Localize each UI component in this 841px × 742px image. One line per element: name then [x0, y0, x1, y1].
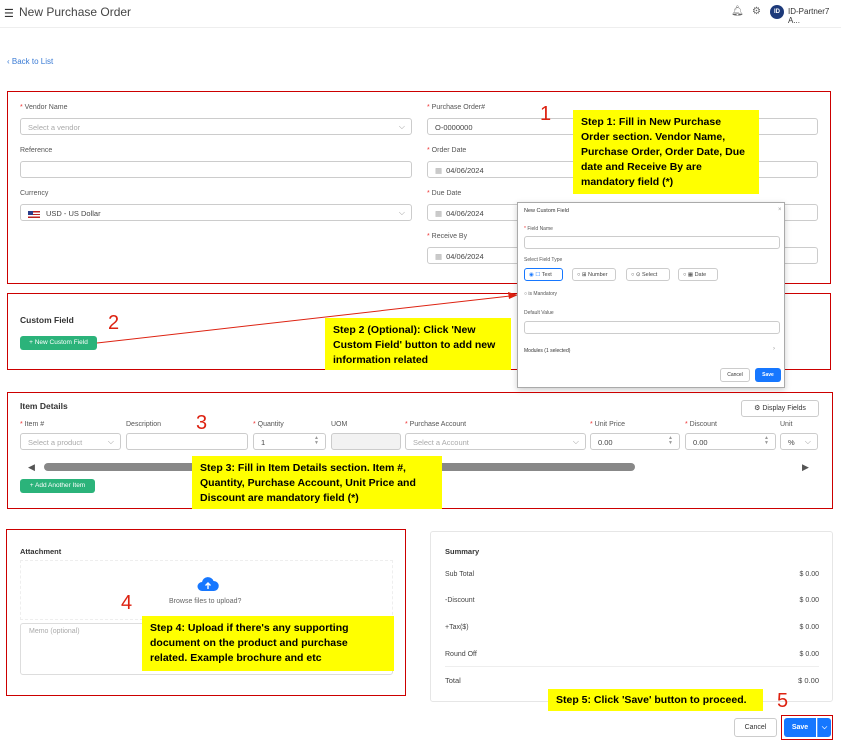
chevron-down-icon: ⌵	[398, 122, 405, 131]
item-details-title: Item Details	[20, 401, 68, 411]
type-number-option[interactable]: ○ ⊞ Number	[572, 268, 616, 281]
chevron-down-icon: ⌵	[398, 208, 405, 217]
col-discount: * Discount	[685, 421, 717, 428]
account-select[interactable]: Select a Account ⌵	[405, 433, 586, 450]
annotation-step-2: Step 2 (Optional): Click 'New Custom Fie…	[325, 318, 511, 370]
total-value: $ 0.00	[798, 676, 819, 685]
round-off-value: $ 0.00	[799, 651, 819, 658]
vendor-label: * Vendor Name	[20, 104, 68, 111]
chevron-down-icon: ⌵	[804, 437, 811, 446]
user-name[interactable]: ID-Partner7 A...	[788, 7, 841, 25]
scroll-left-icon[interactable]: ◀	[28, 462, 35, 473]
item-select[interactable]: Select a product ⌵	[20, 433, 121, 450]
stepper-arrows-icon[interactable]: ▲ ▼	[764, 436, 769, 446]
col-item: * Item #	[20, 421, 45, 428]
field-name-label: * Field Name	[524, 226, 553, 232]
annotation-step-4: Step 4: Upload if there's any supporting…	[142, 616, 394, 671]
col-unit: Unit	[780, 421, 793, 428]
type-text-option[interactable]: ◉ ☐ Text	[524, 268, 563, 281]
vendor-select[interactable]: Select a vendor ⌵	[20, 118, 412, 135]
subtotal-value: $ 0.00	[799, 571, 819, 578]
annotation-number-3: 3	[196, 412, 208, 434]
default-value-label: Default Value	[524, 310, 554, 316]
calendar-icon: ▦	[435, 252, 443, 261]
chevron-down-icon: ⌵	[572, 437, 579, 446]
unit-price-input[interactable]: 0.00 ▲ ▼	[590, 433, 680, 450]
back-label: Back to List	[11, 57, 54, 66]
col-quantity: * Quantity	[253, 421, 284, 428]
col-account: * Purchase Account	[405, 421, 467, 428]
field-type-label: Select Field Type	[524, 257, 563, 263]
custom-field-title: Custom Field	[20, 315, 74, 325]
divider	[445, 666, 819, 667]
chevron-right-icon: ›	[773, 346, 775, 352]
stepper-arrows-icon[interactable]: ▲ ▼	[668, 436, 673, 446]
tax-label: +Tax($)	[445, 624, 469, 631]
add-item-button[interactable]: + Add Another Item	[20, 479, 95, 493]
annotation-number-2: 2	[108, 312, 120, 334]
dialog-cancel-button[interactable]: Cancel	[720, 368, 750, 382]
scroll-right-icon[interactable]: ▶	[802, 462, 809, 473]
back-link[interactable]: ‹ Back to List	[7, 57, 53, 66]
avatar[interactable]: ID	[770, 5, 784, 19]
browse-text[interactable]: Browse files to upload?	[169, 598, 241, 605]
cloud-upload-icon	[197, 577, 219, 591]
bell-icon[interactable]: 🔔︎	[731, 6, 744, 17]
gear-icon[interactable]: ⚙	[752, 6, 761, 17]
unit-select[interactable]: % ⌵	[780, 433, 818, 450]
save-dropdown-chevron-icon[interactable]: ⌵	[817, 718, 831, 737]
col-price: * Unit Price	[590, 421, 626, 428]
total-label: Total	[445, 676, 461, 685]
annotation-step-5: Step 5: Click 'Save' button to proceed.	[548, 689, 763, 711]
round-off-label: Round Off	[445, 651, 477, 658]
currency-select[interactable]: USD - US Dollar ⌵	[20, 204, 412, 221]
display-fields-button[interactable]: ⚙ Display Fields	[741, 400, 819, 417]
annotation-number-1: 1	[540, 103, 552, 125]
default-value-input[interactable]	[524, 321, 780, 334]
summary-title: Summary	[445, 547, 480, 556]
mandatory-toggle[interactable]: ○ is Mandatory	[524, 291, 557, 297]
dialog-save-button[interactable]: Save	[755, 368, 781, 382]
close-icon[interactable]: ×	[778, 207, 782, 213]
discount-label: -Discount	[445, 597, 475, 604]
col-uom: UOM	[331, 421, 348, 428]
discount-input[interactable]: 0.00 ▲ ▼	[685, 433, 776, 450]
type-select-option[interactable]: ○ ⊙ Select	[626, 268, 670, 281]
currency-label: Currency	[20, 190, 49, 197]
menu-icon[interactable]: ☰	[4, 7, 14, 20]
us-flag-icon	[28, 210, 40, 218]
new-custom-field-button[interactable]: + New Custom Field	[20, 336, 97, 350]
tax-value: $ 0.00	[799, 624, 819, 631]
type-date-option[interactable]: ○ ▦ Date	[678, 268, 718, 281]
attachment-title: Attachment	[20, 547, 62, 556]
quantity-stepper[interactable]: 1 ▲ ▼	[253, 433, 326, 450]
calendar-icon: ▦	[435, 209, 443, 218]
receive-by-label: * Receive By	[427, 233, 468, 240]
description-input[interactable]	[126, 433, 248, 450]
po-label: * Purchase Order#	[427, 104, 485, 111]
calendar-icon: ▦	[435, 166, 443, 175]
discount-value: $ 0.00	[799, 597, 819, 604]
page-title: New Purchase Order	[19, 5, 132, 19]
due-date-label: * Due Date	[427, 190, 462, 197]
subtotal-label: Sub Total	[445, 571, 475, 578]
save-button[interactable]: Save	[784, 718, 816, 737]
annotation-number-5: 5	[777, 690, 789, 712]
annotation-step-3: Step 3: Fill in Item Details section. It…	[192, 456, 442, 509]
cancel-button[interactable]: Cancel	[734, 718, 777, 737]
annotation-step-1: Step 1: Fill in New Purchase Order secti…	[573, 110, 759, 194]
order-date-label: * Order Date	[427, 147, 467, 154]
new-custom-field-dialog: New Custom Field × * Field Name Select F…	[517, 202, 785, 388]
col-description: Description	[126, 421, 162, 428]
stepper-arrows-icon[interactable]: ▲ ▼	[314, 436, 319, 446]
dialog-title: New Custom Field	[524, 208, 569, 214]
annotation-number-4: 4	[121, 592, 133, 614]
uom-input	[331, 433, 401, 450]
reference-label: Reference	[20, 147, 53, 154]
field-name-input[interactable]	[524, 236, 780, 249]
reference-input[interactable]	[20, 161, 412, 178]
chevron-down-icon: ⌵	[107, 437, 114, 446]
modules-selector[interactable]: Modules (1 selected)	[524, 348, 570, 354]
